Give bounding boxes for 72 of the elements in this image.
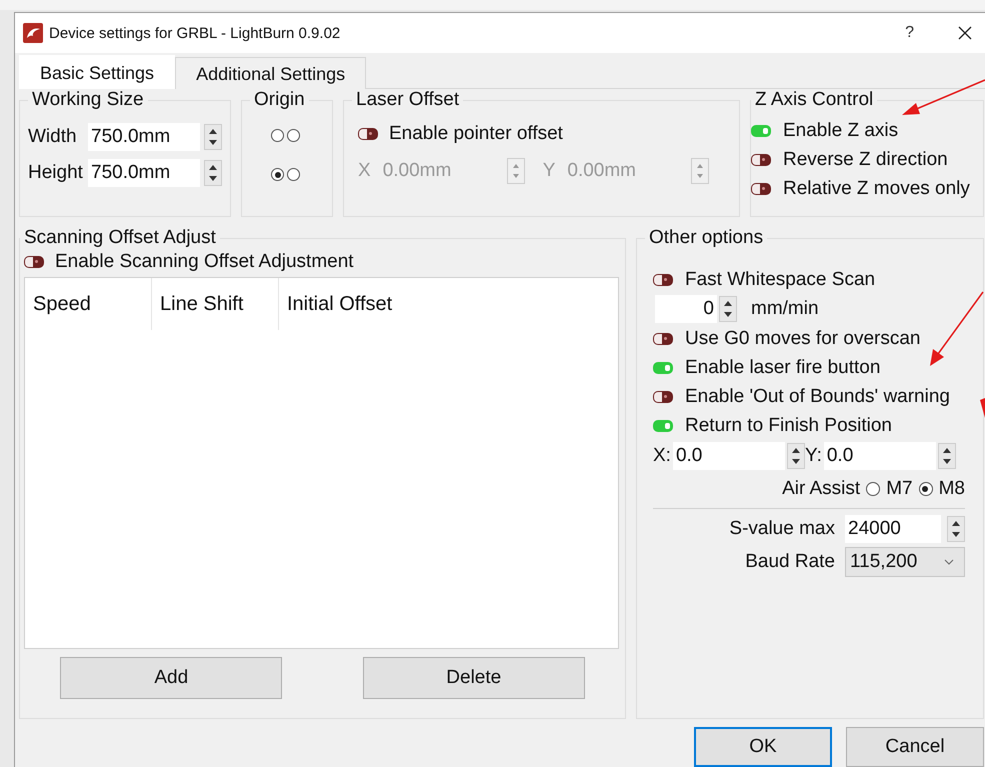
field-label: Y (542, 160, 556, 182)
radio-button[interactable] (271, 168, 284, 181)
column-header[interactable]: Initial Offset (279, 278, 392, 330)
toggle-switch[interactable] (751, 154, 771, 166)
group-title: Z Axis Control (754, 89, 874, 111)
spin-field[interactable]: 0.0 (672, 442, 785, 470)
field-label: Width (28, 126, 78, 148)
radio-button[interactable] (918, 482, 933, 496)
toggle-switch[interactable] (653, 420, 673, 432)
spin-field[interactable]: 0 (655, 295, 717, 323)
toggle-label: Fast Whitespace Scan (685, 268, 876, 292)
radio-label: M8 (938, 478, 965, 500)
toggle-switch[interactable] (653, 332, 673, 344)
field-label: X (358, 160, 371, 182)
toggle-label: Reverse Z direction (783, 148, 948, 172)
group-title: Scanning Offset Adjust (23, 227, 217, 249)
toggle-switch[interactable] (653, 274, 673, 286)
spin-field[interactable]: 24000 (845, 515, 941, 543)
dialog-button[interactable]: OK (694, 727, 832, 767)
toggle-label: Return to Finish Position (685, 414, 892, 438)
toggle-switch[interactable] (653, 362, 673, 374)
toggle-label: Enable Scanning Offset Adjustment (55, 251, 354, 273)
group-title: Origin (253, 89, 306, 111)
toggle-switch[interactable] (653, 390, 673, 402)
toggle-label: Enable pointer offset (389, 123, 563, 145)
radio-button[interactable] (271, 129, 284, 142)
radio-button[interactable] (287, 129, 300, 142)
unit-label: mm/min (751, 298, 819, 320)
table-action-button[interactable]: Delete (362, 657, 585, 699)
spin-arrows-icon[interactable] (204, 124, 222, 150)
spin-arrows-icon[interactable] (204, 160, 222, 186)
tab[interactable]: Basic Settings (19, 55, 176, 89)
toggle-switch[interactable] (358, 128, 378, 140)
dialog-button[interactable]: Cancel (846, 727, 984, 767)
app-logo-icon (23, 23, 43, 43)
radio-button[interactable] (866, 482, 880, 496)
spin-field[interactable]: 750.0mm (88, 123, 200, 151)
field-label: X: (653, 445, 671, 467)
spin-field[interactable]: 750.0mm (88, 159, 200, 187)
column-header[interactable]: Speed (25, 278, 152, 330)
radio-label: M7 (886, 478, 913, 500)
spin-arrows-icon[interactable] (719, 296, 737, 322)
close-icon[interactable] (958, 26, 972, 40)
field-label: Height (28, 162, 84, 184)
dropdown[interactable]: 115,200 (845, 547, 965, 577)
field-label: Baud Rate (745, 551, 835, 573)
arrow (980, 398, 985, 418)
spin-field[interactable]: 0.0 (824, 442, 936, 470)
field-label: Air Assist (782, 478, 860, 500)
spin-arrows-icon[interactable] (786, 443, 805, 469)
toggle-label: Relative Z moves only (783, 177, 970, 201)
toggle-label: Use G0 moves for overscan (685, 327, 920, 351)
toggle-switch[interactable] (751, 182, 771, 194)
group-title: Laser Offset (355, 89, 460, 111)
radio-button[interactable] (287, 168, 300, 181)
group-title: Working Size (31, 89, 145, 111)
toggle-switch[interactable] (24, 256, 44, 268)
tab[interactable]: Additional Settings (175, 57, 366, 89)
column-header[interactable]: Line Shift (152, 278, 279, 330)
field-label: Y: (804, 445, 822, 467)
spin-arrows-icon[interactable] (947, 516, 965, 542)
caret-icon (944, 559, 954, 565)
window-title: Device settings for GRBL - LightBurn 0.9.02 (49, 24, 342, 42)
toggle-label: Enable laser fire button (685, 356, 880, 380)
table-action-button[interactable]: Add (60, 657, 282, 699)
toggle-label: Enable 'Out of Bounds' warning (685, 385, 950, 409)
toggle-switch[interactable] (751, 124, 771, 136)
spin-arrows-icon[interactable] (938, 443, 956, 469)
help-button[interactable]: ? (905, 24, 914, 42)
toggle-label: Enable Z axis (783, 119, 898, 143)
field-label: S-value max (729, 518, 835, 540)
group-title: Other options (648, 227, 764, 249)
